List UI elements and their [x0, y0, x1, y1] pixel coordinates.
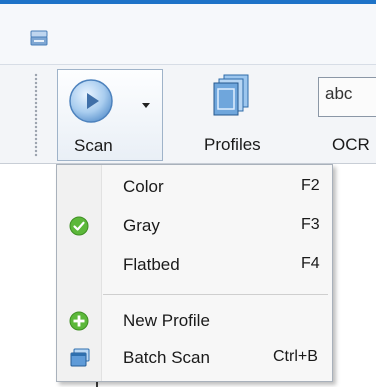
- ocr-button[interactable]: abc OCR: [300, 73, 376, 157]
- ribbon-toolbar: Scan Profiles abc OCR: [0, 64, 376, 164]
- ocr-label: OCR: [332, 135, 370, 154]
- chevron-down-icon: [142, 103, 150, 108]
- profiles-label: Profiles: [204, 135, 261, 154]
- menu-item-label: Batch Scan: [123, 348, 210, 367]
- menu-item-batch-scan[interactable]: Batch Scan Ctrl+B: [57, 341, 332, 375]
- check-icon: [69, 216, 89, 241]
- menu-item-shortcut: F2: [301, 177, 320, 194]
- menu-item-label: Flatbed: [123, 255, 180, 274]
- scan-label: Scan: [74, 136, 113, 155]
- scan-dropdown-button[interactable]: [134, 70, 162, 160]
- ocr-icon-text: abc: [325, 84, 353, 103]
- scan-dropdown-menu: Color F2 Gray F3 Flatbed F4 New Profile: [56, 164, 333, 382]
- title-bar: [0, 0, 376, 64]
- toolbar-grip[interactable]: [34, 73, 38, 157]
- profiles-icon: [210, 73, 254, 122]
- menu-item-shortcut: F3: [301, 216, 320, 233]
- menu-item-shortcut: F4: [301, 255, 320, 272]
- menu-item-label: Color: [123, 177, 164, 196]
- menu-item-new-profile[interactable]: New Profile: [57, 304, 332, 338]
- menu-item-shortcut: Ctrl+B: [273, 348, 318, 365]
- menu-item-gray[interactable]: Gray F3: [57, 209, 332, 243]
- scanner-icon: [30, 30, 48, 51]
- ocr-icon: abc: [318, 77, 376, 117]
- menu-item-flatbed[interactable]: Flatbed F4: [57, 248, 332, 282]
- scan-split-button: Scan: [57, 69, 163, 161]
- menu-separator: [103, 294, 328, 295]
- batch-icon: [69, 348, 91, 373]
- play-icon: [68, 78, 114, 129]
- plus-icon: [69, 311, 89, 336]
- menu-item-label: Gray: [123, 216, 160, 235]
- profiles-button[interactable]: Profiles: [184, 73, 280, 157]
- menu-item-color[interactable]: Color F2: [57, 170, 332, 204]
- scan-button[interactable]: Scan: [58, 70, 134, 160]
- menu-item-label: New Profile: [123, 311, 210, 330]
